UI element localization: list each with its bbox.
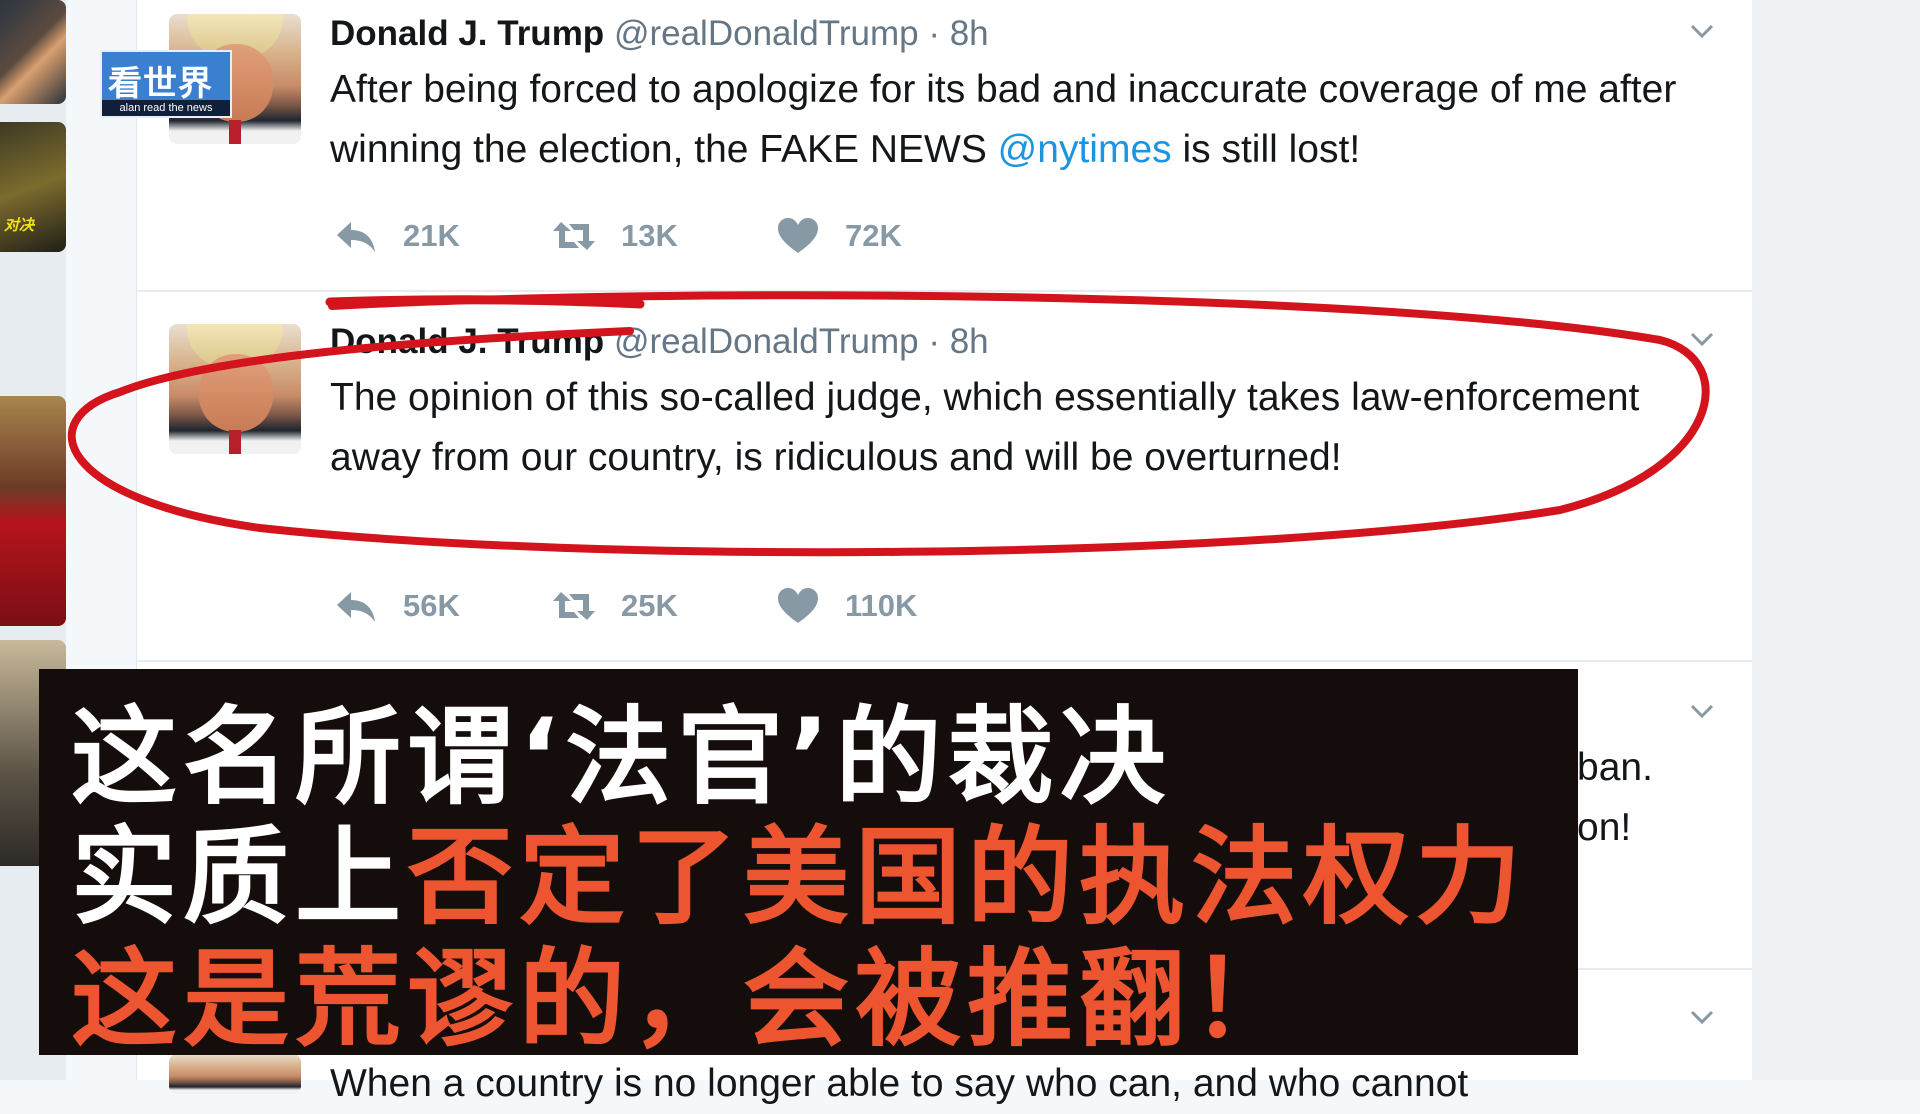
- tweet-text: The opinion of this so-called judge, whi…: [330, 376, 1640, 479]
- retweet-count: 13K: [621, 218, 678, 253]
- tweet-text: After being forced to apologize for its …: [330, 68, 1677, 171]
- reply-count: 21K: [403, 218, 460, 253]
- author-name[interactable]: Donald J. Trump: [330, 14, 604, 53]
- heart-icon: [778, 588, 818, 623]
- like-button[interactable]: 72K: [775, 216, 902, 256]
- tweet-header: Donald J. Trump @realDonaldTrump · 8h: [330, 322, 989, 361]
- reply-icon: [337, 592, 375, 622]
- logo-title: 看世界: [108, 64, 213, 104]
- like-button[interactable]: 110K: [775, 586, 917, 626]
- chevron-down-icon[interactable]: [1689, 698, 1715, 724]
- tweet-1[interactable]: Donald J. Trump @realDonaldTrump · 8h Af…: [137, 0, 1753, 292]
- reply-count: 56K: [403, 588, 460, 623]
- channel-logo: 看世界 alan read the news: [100, 50, 232, 118]
- tweet-text-fragment: ban.: [1577, 746, 1653, 789]
- reply-button[interactable]: 21K: [333, 216, 460, 256]
- author-handle[interactable]: @realDonaldTrump: [614, 322, 919, 361]
- reply-icon: [337, 222, 375, 252]
- chevron-down-icon[interactable]: [1689, 1004, 1715, 1030]
- tweet-header: Donald J. Trump @realDonaldTrump · 8h: [330, 14, 989, 53]
- subtitle-line-3: 这是荒谬的，会被推翻！: [71, 938, 1303, 1061]
- chevron-down-icon[interactable]: [1689, 18, 1715, 44]
- thumbnail-3[interactable]: [0, 396, 66, 626]
- reply-button[interactable]: 56K: [333, 586, 460, 626]
- thumbnail-1[interactable]: [0, 0, 66, 104]
- subtitle-box: 这名所谓‘法官’的裁决 实质上否定了美国的执法权力 这是荒谬的，会被推翻！: [39, 669, 1578, 1061]
- avatar[interactable]: [169, 324, 301, 454]
- thumbnail-caption: 对决: [4, 217, 35, 234]
- retweet-button[interactable]: 25K: [551, 586, 678, 626]
- retweet-icon: [553, 592, 595, 620]
- tweet-2[interactable]: Donald J. Trump @realDonaldTrump · 8h Th…: [137, 292, 1753, 662]
- author-handle[interactable]: @realDonaldTrump: [614, 14, 919, 53]
- like-count: 72K: [845, 218, 902, 253]
- chevron-down-icon[interactable]: [1689, 326, 1715, 352]
- heart-icon: [778, 218, 818, 253]
- right-panel: [1752, 0, 1920, 1080]
- thumbnail-2[interactable]: 对决: [0, 122, 66, 252]
- mention-link[interactable]: @nytimes: [998, 128, 1172, 171]
- tweet-text-fragment: on!: [1577, 806, 1632, 849]
- retweet-button[interactable]: 13K: [551, 216, 678, 256]
- tweet-time[interactable]: 8h: [950, 322, 989, 361]
- author-name[interactable]: Donald J. Trump: [330, 322, 604, 361]
- retweet-icon: [553, 222, 595, 250]
- like-count: 110K: [845, 588, 918, 623]
- tweet-time[interactable]: 8h: [950, 14, 989, 53]
- retweet-count: 25K: [621, 588, 678, 623]
- logo-subtitle: alan read the news: [102, 100, 230, 116]
